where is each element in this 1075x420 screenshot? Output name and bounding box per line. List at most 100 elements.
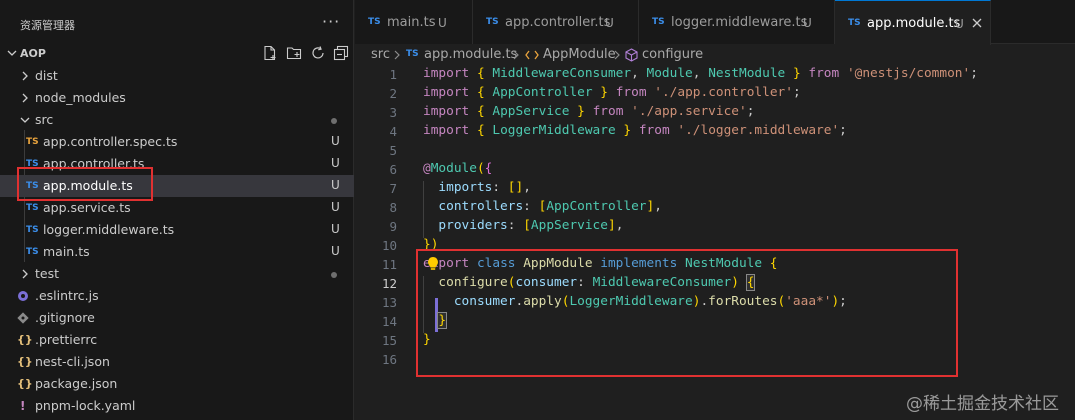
ts-file-icon: TS: [848, 18, 861, 28]
more-actions-icon[interactable]: ···: [322, 12, 340, 31]
code-line[interactable]: import { MiddlewareConsumer, Module, Nes…: [423, 66, 978, 81]
line-number-current: 12: [381, 276, 397, 291]
ts-file-icon: TS: [368, 17, 381, 27]
line-number: 14: [381, 314, 397, 329]
code-editor[interactable]: 1 2 3 4 5 6 7 8 9 10 11 12 13 14 15 16 i…: [355, 66, 1075, 420]
breadcrumb-segment-method[interactable]: configure: [642, 47, 703, 62]
tree-item-label: app.service.ts: [43, 200, 131, 215]
tree-item-label: main.ts: [43, 244, 90, 259]
tab-main-ts[interactable]: TS main.ts U: [355, 0, 473, 44]
json-icon: {}: [17, 355, 33, 368]
tree-item-label: dist: [35, 68, 58, 83]
tree-file-main[interactable]: TS main.ts U: [0, 241, 354, 263]
tree-folder-src[interactable]: src: [0, 109, 354, 131]
tree-item-label: nest-cli.json: [35, 354, 110, 369]
code-line[interactable]: import { AppService } from './app.servic…: [423, 104, 754, 119]
tree-item-label: node_modules: [35, 90, 126, 105]
json-icon: {}: [17, 377, 33, 390]
refresh-icon[interactable]: [310, 45, 326, 61]
code-line[interactable]: imports: [],: [423, 180, 531, 195]
json-icon: {}: [17, 333, 33, 346]
line-number: 5: [389, 143, 397, 158]
line-number: 3: [389, 105, 397, 120]
tree-file-prettierrc[interactable]: {} .prettierrc: [0, 329, 354, 351]
tree-item-label: pnpm-lock.yaml: [35, 398, 136, 413]
tab-status: U: [438, 16, 447, 30]
tree-folder-test[interactable]: test: [0, 263, 354, 285]
new-file-icon[interactable]: [262, 45, 278, 61]
untracked-status: U: [331, 134, 340, 148]
tree-folder-node-modules[interactable]: node_modules: [0, 87, 354, 109]
untracked-status: U: [331, 244, 340, 258]
tree-file-logger-middleware[interactable]: TS logger.middleware.ts U: [0, 219, 354, 241]
tree-file-package-json[interactable]: {} package.json: [0, 373, 354, 395]
line-number: 4: [389, 124, 397, 139]
chevron-down-icon: [7, 50, 17, 56]
line-number: 11: [381, 257, 397, 272]
tab-label: app.controller.ts: [505, 15, 611, 30]
tree-folder-dist[interactable]: dist: [0, 65, 354, 87]
tree-item-label: .gitignore: [35, 310, 95, 325]
code-line[interactable]: providers: [AppService],: [423, 218, 623, 233]
tab-status: U: [955, 17, 964, 31]
chevron-right-icon: [22, 71, 28, 81]
tree-file-gitignore[interactable]: .gitignore: [0, 307, 354, 329]
code-line[interactable]: import { LoggerMiddleware } from './logg…: [423, 123, 847, 138]
watermark: @稀土掘金技术社区: [906, 394, 1059, 414]
breadcrumb-segment-class[interactable]: AppModule: [543, 47, 616, 62]
workspace-root-label: AOP: [20, 47, 46, 60]
highlight-box-sidebar: [17, 167, 153, 201]
new-folder-icon[interactable]: [286, 45, 302, 61]
tree-file-app-controller-spec[interactable]: TS app.controller.spec.ts U: [0, 131, 354, 153]
tab-label: logger.middleware.ts: [671, 15, 808, 30]
chevron-right-icon: [394, 50, 400, 60]
ts-file-icon: TS: [486, 17, 499, 27]
tree-item-label: package.json: [35, 376, 118, 391]
line-number: 10: [381, 238, 397, 253]
ts-file-icon: TS: [26, 247, 39, 257]
highlight-box-editor: [416, 249, 958, 377]
line-number: 16: [381, 352, 397, 367]
line-number: 15: [381, 333, 397, 348]
tab-app-module[interactable]: TS app.module.ts U: [835, 0, 991, 45]
line-number: 9: [389, 219, 397, 234]
line-number: 2: [389, 86, 397, 101]
breadcrumb: src TS app.module.ts AppModule configure: [355, 44, 1075, 66]
eslint-icon: [18, 291, 28, 301]
tab-label: main.ts: [387, 15, 436, 30]
code-line[interactable]: import { AppController } from './app.con…: [423, 85, 801, 100]
close-icon[interactable]: [969, 15, 985, 31]
code-line[interactable]: @Module({: [423, 161, 492, 176]
tree-item-label: app.controller.spec.ts: [43, 134, 178, 149]
method-symbol-icon: [625, 48, 638, 62]
code-line[interactable]: controllers: [AppController],: [423, 199, 662, 214]
ts-file-icon: TS: [26, 225, 39, 235]
tree-file-eslintrc[interactable]: .eslintrc.js: [0, 285, 354, 307]
ts-file-icon: TS: [26, 203, 39, 213]
line-number: 7: [389, 181, 397, 196]
tree-item-label: logger.middleware.ts: [43, 222, 175, 237]
chevron-right-icon: [22, 93, 28, 103]
editor-tab-bar: TS main.ts U TS app.controller.ts U TS l…: [355, 0, 1075, 45]
tree-item-label: .prettierrc: [35, 332, 98, 347]
tab-status: U: [605, 16, 614, 30]
chevron-right-icon: [513, 50, 519, 60]
line-number: 8: [389, 200, 397, 215]
line-number: 13: [381, 295, 397, 310]
tree-item-label: src: [35, 112, 54, 127]
tree-file-pnpm-lock[interactable]: ! pnpm-lock.yaml: [0, 395, 354, 417]
tree-file-nest-cli[interactable]: {} nest-cli.json: [0, 351, 354, 373]
tab-app-controller[interactable]: TS app.controller.ts U: [473, 0, 639, 44]
chevron-down-icon: [20, 117, 30, 123]
collapse-all-icon[interactable]: [333, 45, 349, 61]
untracked-status: U: [331, 200, 340, 214]
breadcrumb-segment-src[interactable]: src: [371, 47, 390, 62]
tab-status: U: [803, 16, 812, 30]
tree-item-label: test: [35, 266, 60, 281]
modified-dot: [331, 118, 337, 124]
breadcrumb-segment-file[interactable]: app.module.ts: [424, 47, 517, 62]
line-number: 1: [389, 67, 397, 82]
git-icon: [17, 312, 29, 324]
tab-logger-middleware[interactable]: TS logger.middleware.ts U: [639, 0, 835, 44]
tree-item-label: .eslintrc.js: [35, 288, 99, 303]
